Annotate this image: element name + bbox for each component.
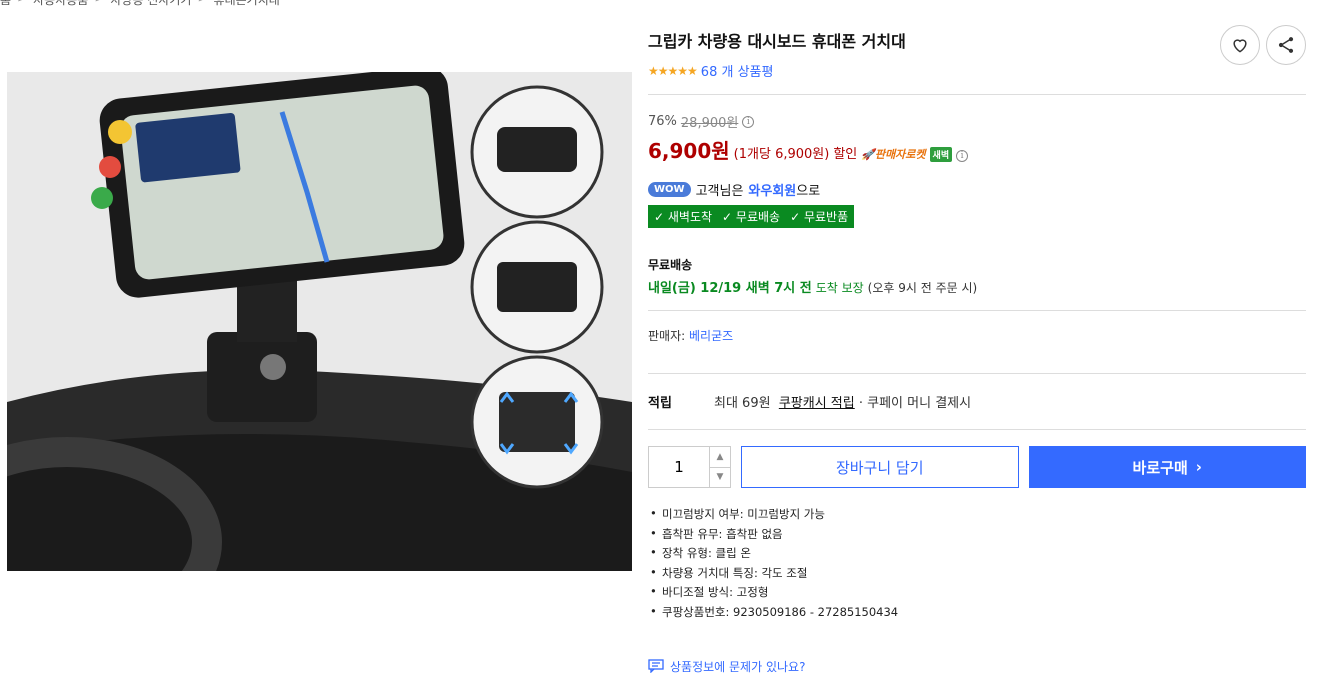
discount-label: 할인 — [833, 147, 858, 162]
breadcrumb-item[interactable]: 홈 — [0, 0, 11, 8]
sale-price: 6,900원 — [648, 139, 730, 163]
breadcrumb-item[interactable]: 휴대폰거치대 — [214, 0, 280, 8]
breadcrumb-item[interactable]: 차량용 전자기기 — [110, 0, 191, 8]
divider — [648, 310, 1306, 311]
seller-rocket-badge: 🚀판매자로켓 — [861, 148, 926, 161]
dawn-delivery-tag: 새벽 — [929, 147, 953, 162]
unit-price: (1개당 6,900원) — [733, 147, 830, 162]
breadcrumb-separator: > — [197, 0, 207, 8]
wow-benefits-badge: 새벽도착 무료배송 무료반품 — [648, 205, 855, 228]
product-main-image[interactable] — [7, 72, 632, 571]
spec-item: 차량용 거치대 특징: 각도 조절 — [648, 565, 1306, 581]
breadcrumb-item[interactable]: 자동차용품 — [33, 0, 88, 8]
discount-rate: 76% — [648, 114, 677, 129]
original-price: 28,900원 — [680, 116, 739, 131]
rating-row[interactable]: ★★★★★ 68 개 상품평 — [648, 61, 1306, 81]
purchase-row: ▲ ▼ 장바구니 담기 바로구매 › — [648, 446, 1306, 488]
quantity-up-icon[interactable]: ▲ — [710, 447, 730, 468]
seller-row: 판매자: 베리굳즈 — [648, 327, 1306, 344]
review-count-link[interactable]: 68 개 상품평 — [701, 61, 774, 80]
share-icon — [1278, 37, 1294, 53]
product-image-illustration — [7, 72, 632, 571]
message-icon — [648, 659, 664, 674]
shipping-block: 무료배송 내일(금) 12/19 새벽 7시 전 도착 보장 (오후 9시 전 … — [648, 256, 1306, 296]
spec-list: 미끄럼방지 여부: 미끄럼방지 가능 흡착판 유무: 흡착판 없음 장착 유형:… — [648, 506, 1306, 620]
share-button[interactable] — [1266, 25, 1306, 65]
benefit-item: 무료배송 — [722, 208, 780, 225]
reward-amount: 최대 69원 — [714, 396, 771, 411]
buy-now-label: 바로구매 — [1132, 458, 1188, 477]
reward-condition: · 쿠페이 머니 결제시 — [858, 396, 972, 411]
wow-badge: WOW — [648, 182, 691, 197]
breadcrumb: 홈 > 자동차용품 > 차량용 전자기기 > 휴대폰거치대 — [0, 0, 280, 8]
reward-row: 적립 최대 69원 쿠팡캐시 적립 · 쿠페이 머니 결제시 — [648, 392, 1306, 411]
spec-item: 장착 유형: 클립 온 — [648, 545, 1306, 561]
info-icon[interactable]: i — [956, 150, 969, 162]
divider — [648, 429, 1306, 430]
quantity-arrows: ▲ ▼ — [709, 447, 730, 487]
spec-item: 흡착판 유무: 흡착판 없음 — [648, 526, 1306, 542]
seller-label: 판매자: — [648, 329, 686, 343]
info-icon[interactable]: i — [742, 115, 755, 128]
spec-item: 미끄럼방지 여부: 미끄럼방지 가능 — [648, 506, 1306, 522]
product-page: 홈 > 자동차용품 > 차량용 전자기기 > 휴대폰거치대 — [0, 0, 1340, 686]
breadcrumb-separator: > — [17, 0, 27, 8]
add-to-cart-button[interactable]: 장바구니 담기 — [741, 446, 1019, 488]
wow-member-row: WOW 고객님은 와우회원으로 — [648, 180, 1306, 199]
quantity-stepper: ▲ ▼ — [648, 446, 731, 488]
reward-label: 적립 — [648, 396, 672, 411]
chevron-right-icon: › — [1195, 458, 1202, 476]
spec-item: 바디조절 방식: 고정형 — [648, 584, 1306, 600]
order-cutoff-note: (오후 9시 전 주문 시) — [867, 281, 978, 295]
spec-item: 쿠팡상품번호: 9230509186 - 27285150434 — [648, 604, 1306, 620]
reward-text: 최대 69원 쿠팡캐시 적립 · 쿠페이 머니 결제시 — [714, 392, 971, 411]
quantity-down-icon[interactable]: ▼ — [710, 468, 730, 488]
star-rating-icon: ★★★★★ — [648, 63, 698, 78]
heart-icon — [1233, 39, 1247, 53]
action-icons — [1220, 25, 1306, 65]
shipping-date-row: 내일(금) 12/19 새벽 7시 전 도착 보장 (오후 9시 전 주문 시) — [648, 277, 1306, 296]
report-issue-label: 상품정보에 문제가 있나요? — [670, 659, 806, 674]
product-title: 그립카 차량용 대시보드 휴대폰 거치대 — [648, 32, 906, 51]
wow-text-post: 으로 — [796, 184, 821, 199]
seller-name-link[interactable]: 베리굳즈 — [689, 329, 733, 343]
arrival-date: 내일(금) 12/19 새벽 7시 전 — [648, 281, 812, 296]
wishlist-button[interactable] — [1220, 25, 1260, 65]
quantity-input[interactable] — [649, 447, 709, 487]
shipping-label: 무료배송 — [648, 258, 693, 272]
breadcrumb-separator: > — [94, 0, 104, 8]
coupang-cash-link[interactable]: 쿠팡캐시 적립 — [779, 396, 855, 411]
benefit-item: 새벽도착 — [654, 208, 712, 225]
wow-text-pre: 고객님은 — [695, 184, 744, 199]
benefit-item: 무료반품 — [790, 208, 848, 225]
report-issue-link[interactable]: 상품정보에 문제가 있나요? — [648, 658, 1306, 675]
divider — [648, 373, 1306, 374]
buy-now-button[interactable]: 바로구매 › — [1028, 446, 1306, 488]
arrival-guarantee: 도착 보장 — [815, 281, 864, 295]
original-price-row: 76% 28,900원 i — [648, 112, 1306, 131]
divider — [648, 94, 1306, 95]
price-block: 76% 28,900원 i 6,900원 (1개당 6,900원) 할인 🚀판매… — [648, 112, 1306, 164]
sale-price-row: 6,900원 (1개당 6,900원) 할인 🚀판매자로켓 새벽 i — [648, 135, 1306, 164]
wow-member-label: 와우회원 — [748, 184, 797, 199]
product-info-panel: 그립카 차량용 대시보드 휴대폰 거치대 ★★★★★ 68 개 상품평 76% … — [648, 20, 1306, 675]
